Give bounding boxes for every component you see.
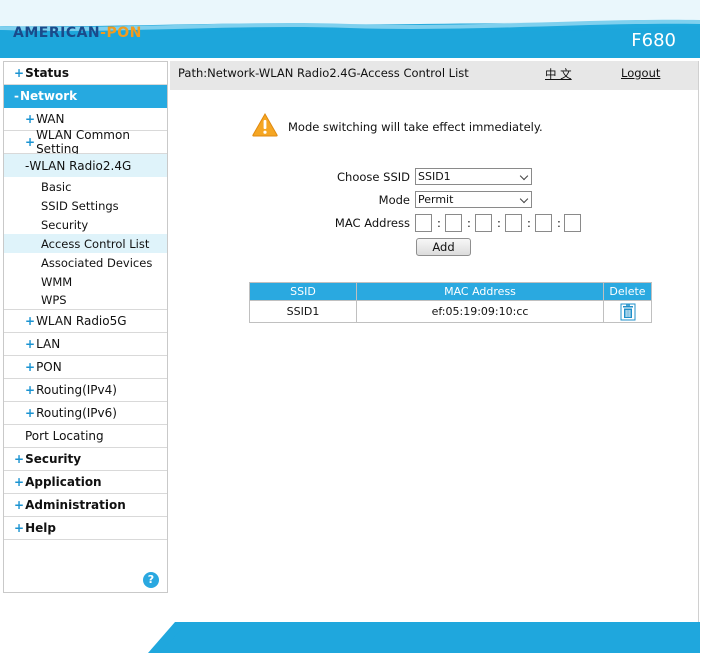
sidebar-item-port-locating[interactable]: Port Locating [4, 425, 167, 448]
sidebar-item-status[interactable]: + Status [4, 62, 167, 85]
sidebar-nav: + Status - Network + WAN + WLAN Common Setti… [3, 61, 168, 593]
trash-icon[interactable] [620, 303, 636, 321]
warning-icon [252, 113, 278, 137]
mac-field-6[interactable] [564, 214, 581, 232]
sidebar-item-wmm[interactable]: WMM [4, 272, 167, 291]
mac-field-2[interactable] [445, 214, 462, 232]
brand-logo: AMERICAN-PON [13, 25, 142, 41]
notice-text: Mode switching will take effect immediat… [288, 120, 543, 134]
content-right-border [698, 61, 699, 651]
sidebar-item-network[interactable]: - Network [4, 85, 167, 108]
expand-icon: + [14, 521, 25, 535]
mac-field-3[interactable] [475, 214, 492, 232]
mac-separator: : [497, 216, 501, 230]
breadcrumb-bar: Path:Network-WLAN Radio2.4G-Access Contr… [170, 61, 698, 90]
sidebar-item-security-wlan[interactable]: Security [4, 215, 167, 234]
mode-select[interactable]: Permit [415, 191, 532, 208]
table-row: SSID1 ef:05:19:09:10:cc [249, 300, 652, 323]
footer-banner [0, 622, 700, 653]
expand-icon: + [25, 112, 36, 126]
sidebar-item-basic[interactable]: Basic [4, 177, 167, 196]
sidebar-item-wlan-radio-5g[interactable]: + WLAN Radio5G [4, 310, 167, 333]
column-header-ssid: SSID [249, 282, 357, 301]
mac-address-label: MAC Address [334, 216, 410, 230]
expand-icon: + [25, 406, 36, 420]
sidebar-item-wlan-radio-24g[interactable]: - WLAN Radio2.4G [4, 154, 167, 177]
sidebar-item-wps[interactable]: WPS [4, 291, 167, 310]
sidebar-item-access-control-list[interactable]: Access Control List [4, 234, 167, 253]
sidebar-item-ssid-settings[interactable]: SSID Settings [4, 196, 167, 215]
router-admin-page: AMERICAN-PON F680 + Status - Network + WAN … [0, 0, 705, 653]
mode-label: Mode [378, 193, 410, 207]
mac-field-4[interactable] [505, 214, 522, 232]
chevron-down-icon [519, 194, 529, 204]
sidebar-item-help[interactable]: + Help [4, 517, 167, 540]
expand-icon: + [25, 314, 36, 328]
sidebar-item-administration[interactable]: + Administration [4, 494, 167, 517]
sidebar-item-wlan-common-setting[interactable]: + WLAN Common Setting [4, 128, 167, 156]
cell-ssid: SSID1 [249, 300, 357, 323]
mac-separator: : [437, 216, 441, 230]
sidebar-item-lan[interactable]: + LAN [4, 333, 167, 356]
mac-separator: : [467, 216, 471, 230]
expand-icon: + [14, 66, 25, 80]
mac-field-5[interactable] [535, 214, 552, 232]
collapse-icon: - [14, 89, 19, 103]
column-header-mac-address: MAC Address [356, 282, 604, 301]
expand-icon: + [25, 360, 36, 374]
sidebar-item-pon[interactable]: + PON [4, 356, 167, 379]
language-switch-link[interactable]: 中 文 [545, 66, 572, 82]
sidebar-item-routing-ipv6[interactable]: + Routing(IPv6) [4, 402, 167, 425]
expand-icon: + [25, 337, 36, 351]
add-button[interactable]: Add [416, 238, 471, 256]
sidebar-item-routing-ipv4[interactable]: + Routing(IPv4) [4, 379, 167, 402]
logout-link[interactable]: Logout [621, 66, 660, 80]
sidebar-item-associated-devices[interactable]: Associated Devices [4, 253, 167, 272]
ssid-select[interactable]: SSID1 [415, 168, 532, 185]
sidebar-item-application[interactable]: + Application [4, 471, 167, 494]
acl-table: SSID MAC Address Delete SSID1 ef:05:19:0… [249, 282, 652, 323]
expand-icon: + [14, 452, 25, 466]
expand-icon: + [14, 498, 25, 512]
expand-icon: + [14, 475, 25, 489]
breadcrumb: Path:Network-WLAN Radio2.4G-Access Contr… [178, 66, 469, 80]
chevron-down-icon [519, 171, 529, 181]
device-model: F680 [631, 30, 676, 51]
column-header-delete: Delete [603, 282, 652, 301]
expand-icon: + [25, 383, 36, 397]
cell-delete [603, 300, 652, 323]
cell-mac-address: ef:05:19:09:10:cc [356, 300, 604, 323]
header-banner: AMERICAN-PON F680 [0, 0, 700, 58]
mac-field-1[interactable] [415, 214, 432, 232]
footer-stripe-graphic [0, 622, 700, 653]
mac-separator: : [527, 216, 531, 230]
mac-separator: : [557, 216, 561, 230]
expand-icon: + [25, 135, 36, 149]
help-icon[interactable]: ? [143, 572, 159, 588]
table-header-row: SSID MAC Address Delete [249, 282, 652, 301]
sidebar-item-security[interactable]: + Security [4, 448, 167, 471]
ssid-label: Choose SSID [337, 170, 410, 184]
